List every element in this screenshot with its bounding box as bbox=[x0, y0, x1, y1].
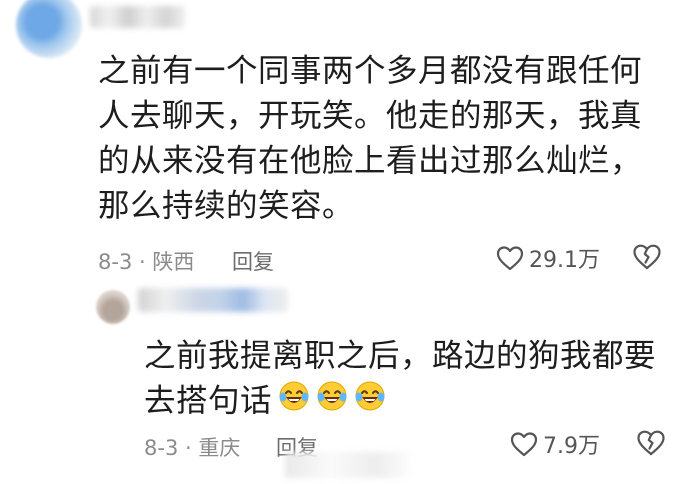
laughing-crying-emoji bbox=[278, 380, 310, 425]
like-count: 7.9万 bbox=[543, 434, 600, 459]
broken-heart-icon bbox=[637, 430, 665, 456]
avatar[interactable] bbox=[96, 290, 130, 324]
laughing-crying-emoji bbox=[316, 380, 348, 425]
comment-line: 去搭句话 bbox=[144, 379, 656, 425]
comment-meta: 8-3 · 重庆 bbox=[144, 436, 241, 460]
heart-outline-icon bbox=[496, 246, 524, 271]
dislike-button[interactable] bbox=[636, 429, 666, 460]
username-blurred[interactable] bbox=[90, 6, 185, 28]
laughing-crying-emoji bbox=[354, 380, 386, 425]
comment-meta: 8-3 · 陕西 bbox=[98, 250, 195, 274]
dislike-button[interactable] bbox=[632, 243, 662, 274]
heart-outline-icon bbox=[510, 432, 538, 457]
comment-line: 那么持续的笑容。 bbox=[98, 188, 355, 224]
like-button[interactable]: 29.1万 bbox=[496, 242, 600, 274]
comment-line-text: 去搭句话 bbox=[144, 383, 273, 419]
comment-line: 之前我提离职之后，路边的狗我都要 bbox=[144, 338, 657, 374]
broken-heart-icon bbox=[633, 244, 661, 270]
reply-button[interactable]: 回复 bbox=[232, 246, 274, 276]
comment-line: 之前有一个同事两个多月都没有跟任何 bbox=[98, 53, 643, 89]
reply-comment-text: 之前我提离职之后，路边的狗我都要 去搭句话 bbox=[144, 334, 656, 425]
comment-line: 人去聊天，开玩笑。他走的那天，我真 bbox=[98, 98, 643, 134]
comment-line: 的从来没有在他脸上看出过那么灿烂， bbox=[98, 143, 643, 179]
avatar[interactable] bbox=[16, 0, 82, 58]
blurred-overlay bbox=[285, 452, 415, 478]
username-blurred[interactable] bbox=[138, 288, 288, 312]
like-count: 29.1万 bbox=[529, 248, 600, 273]
comment-text: 之前有一个同事两个多月都没有跟任何 人去聊天，开玩笑。他走的那天，我真 的从来没… bbox=[98, 49, 642, 229]
like-button[interactable]: 7.9万 bbox=[510, 428, 600, 460]
